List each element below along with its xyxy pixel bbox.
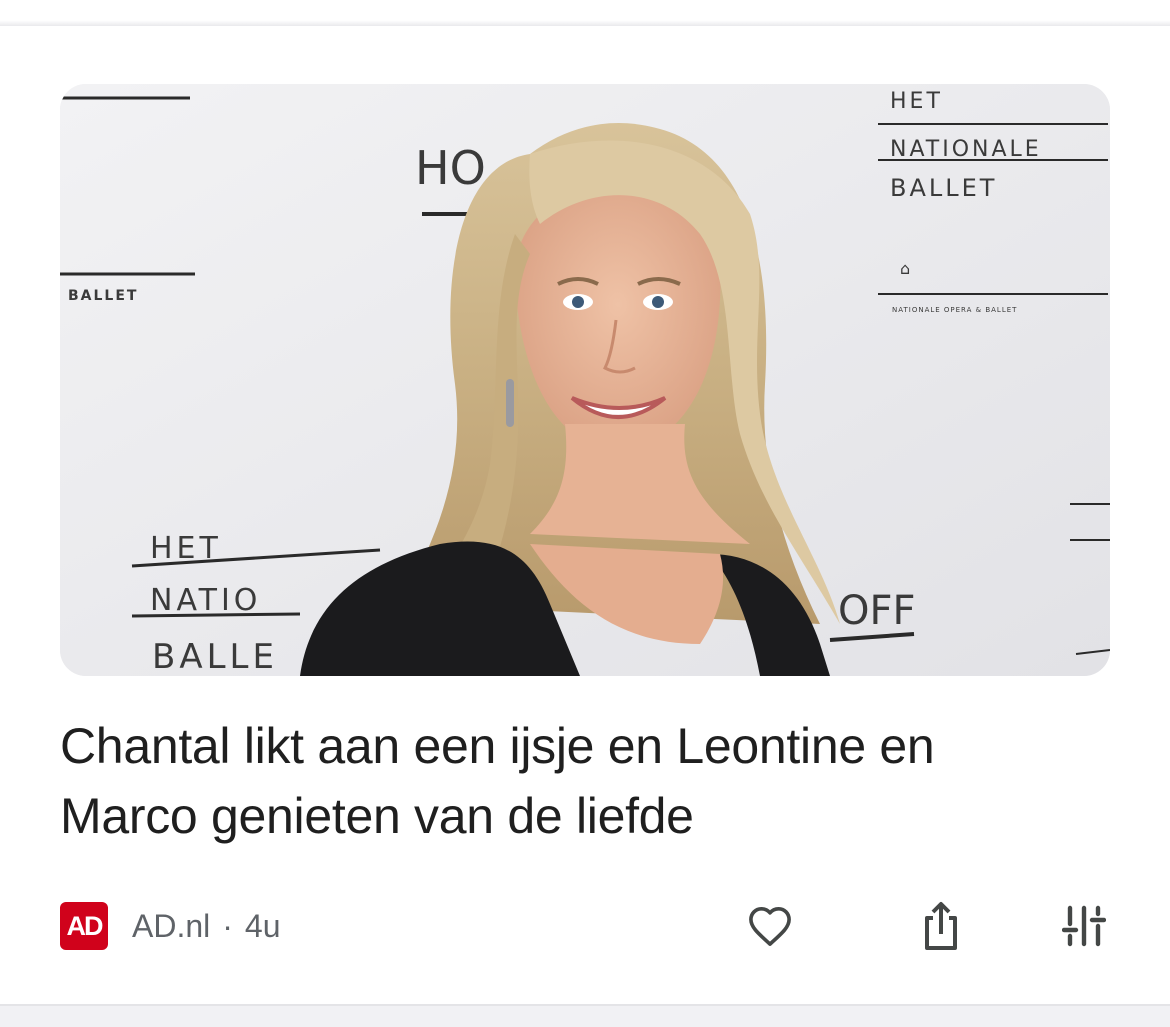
backdrop-text: BALLET: [890, 174, 997, 202]
article-headline[interactable]: Chantal likt aan een ijsje en Leontine e…: [60, 711, 1060, 851]
source-name[interactable]: AD.nl: [132, 908, 210, 945]
article-meta: AD AD.nl · 4u: [60, 902, 281, 950]
more-options-button[interactable]: [1056, 898, 1112, 954]
building-logo: ⌂: [900, 259, 910, 278]
meta-separator: ·: [222, 907, 233, 944]
share-button[interactable]: [913, 898, 969, 954]
backdrop-text: NATIONALE: [890, 137, 1042, 162]
tune-icon: [1062, 905, 1106, 947]
article-photo: BALLET HO HET NATIONALE BALLET ⌂ NATIONA…: [60, 84, 1110, 676]
bottom-divider: [0, 1004, 1170, 1027]
backdrop-text: HO: [415, 141, 486, 195]
backdrop-text: BALLET: [68, 288, 138, 304]
backdrop-text: BALLE: [152, 637, 278, 676]
news-card[interactable]: BALLET HO HET NATIONALE BALLET ⌂ NATIONA…: [0, 26, 1170, 1006]
heart-icon: [749, 907, 791, 946]
like-button[interactable]: [742, 898, 798, 954]
backdrop-text: NATIO: [150, 583, 261, 618]
backdrop-text: HET: [890, 89, 943, 114]
source-logo[interactable]: AD: [60, 902, 108, 950]
share-icon: [925, 902, 957, 950]
article-age: 4u: [244, 907, 281, 944]
top-divider: [0, 0, 1170, 26]
backdrop-text: NATIONALE OPERA & BALLET: [892, 306, 1017, 314]
backdrop-text: OFF: [838, 588, 916, 634]
article-image[interactable]: BALLET HO HET NATIONALE BALLET ⌂ NATIONA…: [60, 84, 1110, 676]
